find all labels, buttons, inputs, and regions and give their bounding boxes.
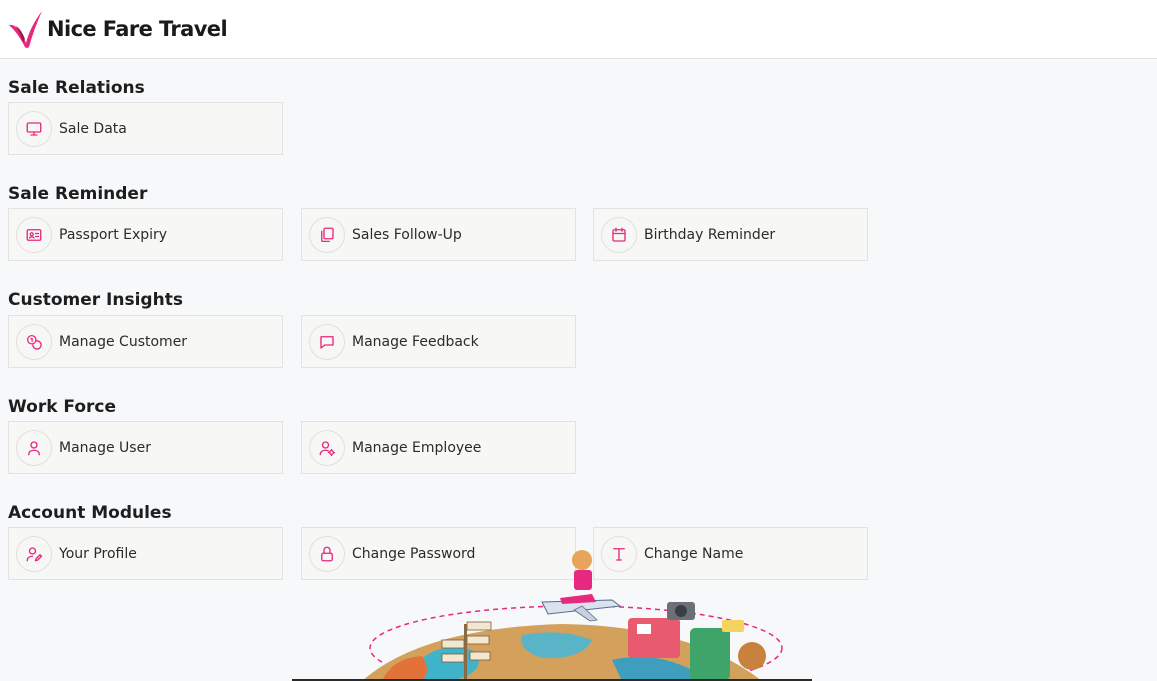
id-card-icon: [26, 228, 42, 241]
your-profile-label: Your Profile: [59, 545, 137, 562]
checkmark-logo-icon: [9, 11, 42, 48]
manage-employee-card[interactable]: Manage Employee: [301, 421, 576, 474]
passport-expiry-label: Passport Expiry: [59, 226, 168, 243]
user-icon: [28, 440, 40, 455]
sales-follow-up-card[interactable]: Sales Follow-Up: [301, 208, 576, 261]
section-title-customer-insights: Customer Insights: [8, 290, 183, 310]
section-title-sale-relations: Sale Relations: [8, 78, 145, 98]
manage-user-label: Manage User: [59, 439, 151, 456]
sale-data-label: Sale Data: [59, 120, 127, 137]
manage-user-card[interactable]: Manage User: [8, 421, 283, 474]
sales-follow-up-label: Sales Follow-Up: [352, 226, 462, 243]
manage-feedback-label: Manage Feedback: [352, 333, 479, 350]
your-profile-card[interactable]: Your Profile: [8, 527, 283, 580]
manage-customer-label: Manage Customer: [59, 333, 188, 350]
copy-icon: [321, 227, 334, 242]
user-cog-icon: [319, 440, 336, 456]
sale-data-card[interactable]: Sale Data: [8, 102, 283, 155]
section-title-account-modules: Account Modules: [8, 503, 172, 523]
manage-feedback-card[interactable]: Manage Feedback: [301, 315, 576, 368]
passport-expiry-card[interactable]: Passport Expiry: [8, 208, 283, 261]
section-title-sale-reminder: Sale Reminder: [8, 184, 148, 204]
brand-logo[interactable]: Nice Fare Travel: [8, 9, 228, 49]
calendar-icon: [612, 227, 626, 242]
section-title-work-force: Work Force: [8, 397, 117, 417]
brand-name: Nice Fare Travel: [47, 17, 228, 41]
app-header: Nice Fare Travel: [0, 0, 1157, 59]
manage-employee-label: Manage Employee: [352, 439, 482, 456]
user-edit-icon: [26, 546, 43, 561]
birthday-reminder-label: Birthday Reminder: [644, 226, 776, 243]
monitor-icon: [26, 121, 42, 136]
birthday-reminder-card[interactable]: Birthday Reminder: [593, 208, 868, 261]
coins-icon: [26, 334, 42, 350]
manage-customer-card[interactable]: Manage Customer: [8, 315, 283, 368]
message-icon: [320, 335, 334, 349]
travel-globe-illustration: [362, 550, 783, 681]
